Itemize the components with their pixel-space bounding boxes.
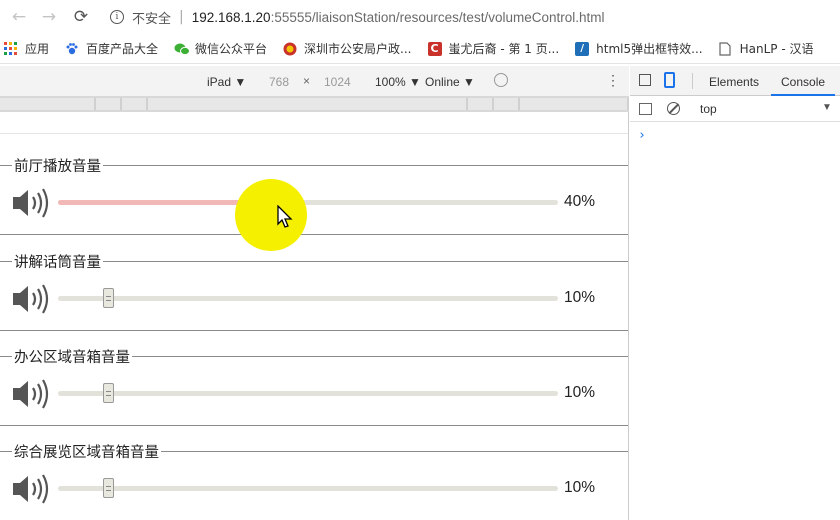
chevron-down-icon[interactable]: ▼ bbox=[822, 102, 832, 113]
rotate-icon[interactable] bbox=[494, 73, 508, 87]
document-icon bbox=[718, 41, 733, 56]
csdn-c-icon: C bbox=[427, 41, 442, 56]
volume-percent: 10% bbox=[564, 479, 596, 496]
bookmark-police[interactable]: 深圳市公安局户政... bbox=[283, 40, 412, 57]
bookmark-hanlp[interactable]: HanLP - 汉语 bbox=[718, 40, 814, 57]
speaker-icon[interactable] bbox=[11, 282, 51, 316]
console-toolbar: top ▼ bbox=[630, 96, 840, 122]
volume-percent: 10% bbox=[564, 384, 596, 401]
page-top-divider bbox=[0, 133, 628, 134]
bookmark-apps[interactable]: 应用 bbox=[0, 40, 49, 57]
bookmark-label: html5弹出框特效... bbox=[596, 42, 703, 56]
url-separator: | bbox=[179, 9, 184, 25]
context-select[interactable]: top bbox=[700, 102, 717, 116]
mouse-pointer-icon bbox=[277, 205, 293, 228]
volume-group: 讲解话筒音量 10% bbox=[0, 251, 628, 331]
ruler-segment[interactable] bbox=[122, 98, 148, 110]
inspect-element-icon[interactable] bbox=[639, 74, 651, 86]
speaker-icon[interactable] bbox=[11, 186, 51, 220]
cursor-highlight bbox=[235, 179, 307, 251]
volume-group: 前厅播放音量 40% bbox=[0, 155, 628, 235]
devtools-panel: Elements Console top ▼ › bbox=[630, 66, 840, 520]
security-label: 不安全 bbox=[132, 11, 172, 27]
wechat-icon bbox=[174, 42, 191, 56]
url-path: :55555/liaisonStation/resources/test/vol… bbox=[270, 9, 605, 25]
url-field[interactable]: 192.168.1.20:55555/liaisonStation/resour… bbox=[192, 10, 605, 25]
console-prompt[interactable]: › bbox=[638, 128, 646, 143]
slider-thumb[interactable] bbox=[103, 383, 114, 403]
console-sidebar-icon[interactable] bbox=[639, 103, 652, 115]
ruler-segment[interactable] bbox=[148, 98, 468, 110]
bookmark-label: 微信公众平台 bbox=[195, 42, 268, 56]
tab-elements[interactable]: Elements bbox=[709, 75, 759, 89]
media-query-ruler bbox=[0, 96, 629, 112]
ruler-segment[interactable] bbox=[0, 98, 96, 110]
back-button[interactable]: ← bbox=[8, 6, 30, 28]
info-icon[interactable]: i bbox=[110, 10, 124, 24]
dimension-separator: × bbox=[303, 74, 311, 88]
volume-group-label: 前厅播放音量 bbox=[12, 155, 103, 176]
slider-thumb[interactable] bbox=[103, 478, 114, 498]
page-viewport: 前厅播放音量 40% 讲解话筒音量 10% 办公区域音箱音量 10% 综合展览区域音箱音量 1… bbox=[0, 112, 629, 520]
volume-slider[interactable] bbox=[58, 383, 558, 403]
bookmark-baidu[interactable]: 百度产品大全 bbox=[65, 40, 158, 57]
reload-button[interactable]: ⟳ bbox=[70, 6, 92, 28]
devtools-tabs: Elements Console bbox=[630, 66, 840, 96]
bookmark-label: 蚩尤后裔 - 第 1 页... bbox=[448, 42, 560, 56]
police-badge-icon bbox=[283, 42, 297, 56]
bookmarks-bar: 应用 百度产品大全 微信公众平台 深圳市公安局户政... C 蚩尤后裔 - 第 … bbox=[0, 34, 840, 64]
baidu-paw-icon bbox=[65, 42, 79, 56]
tab-divider bbox=[692, 73, 693, 89]
slider-fill bbox=[58, 200, 258, 205]
device-toggle-icon[interactable] bbox=[664, 72, 675, 88]
volume-slider[interactable] bbox=[58, 192, 558, 212]
volume-group: 综合展览区域音箱音量 10% bbox=[0, 441, 628, 520]
volume-percent: 10% bbox=[564, 289, 596, 306]
site-favicon-icon: / bbox=[575, 41, 590, 56]
bookmark-label: HanLP - 汉语 bbox=[739, 42, 814, 56]
volume-percent: 40% bbox=[564, 193, 596, 210]
ruler-segment[interactable] bbox=[468, 98, 494, 110]
device-toolbar: iPad ▼ 768 × 1024 100% ▼ Online ▼ ⋮ bbox=[0, 66, 629, 96]
apps-grid-icon bbox=[4, 42, 17, 55]
bookmark-label: 应用 bbox=[25, 42, 50, 56]
zoom-select[interactable]: 100% ▼ bbox=[375, 75, 421, 89]
address-bar: ← → ⟳ i 不安全 | 192.168.1.20:55555/liaison… bbox=[0, 0, 840, 34]
ruler-segment[interactable] bbox=[520, 98, 629, 110]
volume-group-label: 综合展览区域音箱音量 bbox=[12, 441, 161, 462]
forward-button[interactable]: → bbox=[38, 6, 60, 28]
ruler-segment[interactable] bbox=[96, 98, 122, 110]
speaker-icon[interactable] bbox=[11, 472, 51, 506]
slider-thumb[interactable] bbox=[103, 288, 114, 308]
bookmark-label: 深圳市公安局户政... bbox=[304, 42, 412, 56]
bookmark-html5[interactable]: / html5弹出框特效... bbox=[575, 40, 703, 57]
more-options-icon[interactable]: ⋮ bbox=[606, 72, 620, 89]
volume-slider[interactable] bbox=[58, 288, 558, 308]
volume-group-label: 讲解话筒音量 bbox=[12, 251, 103, 272]
ruler-segment[interactable] bbox=[494, 98, 520, 110]
url-host: 192.168.1.20 bbox=[191, 9, 271, 25]
device-select[interactable]: iPad ▼ bbox=[207, 75, 246, 89]
volume-slider[interactable] bbox=[58, 478, 558, 498]
viewport-height-input[interactable]: 1024 bbox=[324, 75, 351, 89]
bookmark-label: 百度产品大全 bbox=[86, 42, 159, 56]
volume-group: 办公区域音箱音量 10% bbox=[0, 346, 628, 426]
viewport-width-input[interactable]: 768 bbox=[269, 75, 289, 89]
bookmark-wechat[interactable]: 微信公众平台 bbox=[174, 40, 267, 57]
volume-group-label: 办公区域音箱音量 bbox=[12, 346, 132, 367]
bookmark-csdn[interactable]: C 蚩尤后裔 - 第 1 页... bbox=[427, 40, 560, 57]
speaker-icon[interactable] bbox=[11, 377, 51, 411]
tab-console[interactable]: Console bbox=[771, 66, 836, 96]
network-throttle-select[interactable]: Online ▼ bbox=[425, 75, 475, 89]
clear-console-icon[interactable] bbox=[667, 102, 680, 115]
